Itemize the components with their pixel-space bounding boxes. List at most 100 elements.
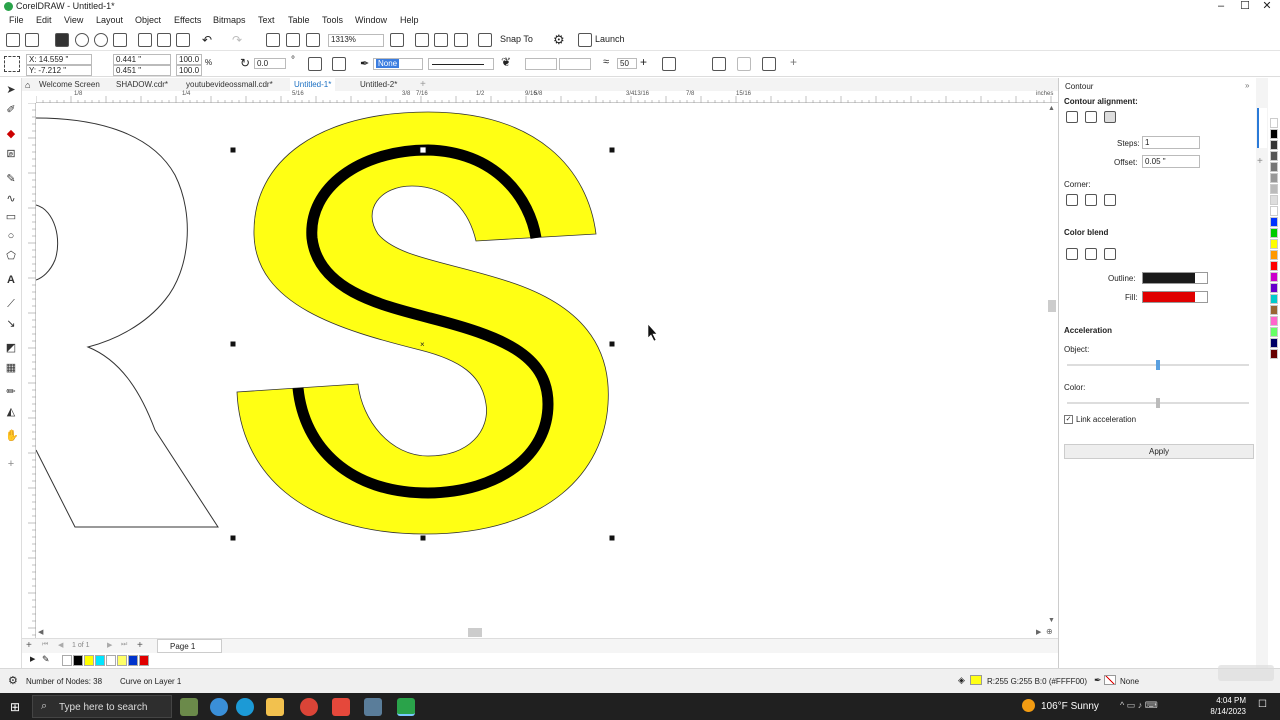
color-swatch[interactable] [1270,118,1278,128]
object-origin-icon[interactable] [4,56,20,72]
taskbar-task-view-icon[interactable] [210,698,228,716]
selection-handle[interactable] [420,535,426,541]
previous-page-icon[interactable]: ◀ [58,641,63,649]
add-property-icon[interactable]: + [790,55,797,69]
color-swatch[interactable] [1270,239,1278,249]
selection-handle[interactable] [609,341,615,347]
menu-view[interactable]: View [64,15,83,25]
new-tab-icon[interactable]: + [420,79,426,90]
width-input[interactable]: 0.441 " [113,54,171,65]
contour-docker-tab[interactable] [1257,108,1267,148]
tab-youtubevideossmall[interactable]: youtubevideossmall.cdr* [182,78,277,91]
palette-swatch[interactable] [128,655,138,666]
color-swatch[interactable] [1270,327,1278,337]
color-swatch[interactable] [1270,184,1278,194]
launch-dropdown[interactable]: Launch [595,34,625,44]
scroll-left-icon[interactable]: ◀ [38,628,43,636]
menu-window[interactable]: Window [355,15,387,25]
palette-swatch[interactable] [84,655,94,666]
taskbar-coreldraw-icon[interactable] [397,698,415,716]
fill-color-indicator[interactable] [970,675,982,685]
corner-bevel-icon[interactable] [1104,194,1116,206]
steps-input[interactable]: 1 [1142,136,1200,149]
color-swatch[interactable] [1270,173,1278,183]
ellipse-tool-icon[interactable]: ○ [5,230,17,242]
menu-effects[interactable]: Effects [174,15,201,25]
rotate-icon[interactable]: ↻ [240,56,250,70]
menu-text[interactable]: Text [258,15,275,25]
outline-color-indicator[interactable] [1104,675,1116,685]
color-swatch[interactable] [1270,250,1278,260]
corner-round-icon[interactable] [1085,194,1097,206]
tab-untitled-2[interactable]: Untitled-2* [356,78,401,91]
export-icon[interactable] [286,33,300,47]
combine-icon[interactable] [737,57,751,71]
new-document-icon[interactable] [6,33,20,47]
height-input[interactable]: 0.451 " [113,65,171,76]
zoom-navigator-icon[interactable]: ⊕ [1046,627,1053,636]
color-swatch[interactable] [1270,228,1278,238]
color-swatch[interactable] [1270,305,1278,315]
color-swatch[interactable] [1270,206,1278,216]
zoom-level-input[interactable]: 1313% [328,34,384,47]
interactive-fill-icon[interactable]: ◭ [5,406,17,418]
fill-none-dropdown[interactable]: None [373,58,423,70]
linear-blend-icon[interactable] [1066,248,1078,260]
shadow-tool-icon[interactable]: ◩ [5,342,17,354]
outline-color-picker[interactable] [1142,272,1208,284]
color-swatch[interactable] [1270,261,1278,271]
freehand-pick-icon[interactable]: ✐ [5,104,17,116]
taskbar-edge-icon[interactable] [236,698,254,716]
selection-handle[interactable] [230,341,236,347]
vertical-ruler[interactable] [22,103,36,638]
page-1-tab[interactable]: Page 1 [157,639,222,653]
cut-icon[interactable] [138,33,152,47]
open-icon[interactable] [25,33,39,47]
dimension-tool-icon[interactable]: ⟋ [5,298,17,310]
taskbar-app-minecraft-icon[interactable] [180,698,198,716]
offset-input[interactable]: 0.05 " [1142,155,1200,168]
color-acceleration-thumb[interactable] [1156,398,1160,408]
scroll-right-icon[interactable]: ▶ [1036,628,1041,636]
rulers-icon[interactable] [434,33,448,47]
add-page-before-icon[interactable]: + [26,640,32,651]
color-swatch[interactable] [1270,294,1278,304]
first-page-icon[interactable]: ⏮ [42,641,48,649]
mirror-vertical-icon[interactable] [332,57,346,71]
color-swatch[interactable] [1270,195,1278,205]
add-tool-icon[interactable]: + [5,458,17,470]
vertical-scrollbar[interactable]: ▲ ▼ [1046,103,1058,628]
polygon-tool-icon[interactable]: ⬠ [5,250,17,262]
import-icon[interactable] [266,33,280,47]
upload-icon[interactable] [75,33,89,47]
scale-width-input[interactable]: 100.0 [176,54,202,65]
y-position-input[interactable]: Y: -7.212 " [26,65,92,76]
palette-eyedropper-icon[interactable]: ✎ [42,654,50,665]
copy-icon[interactable] [157,33,171,47]
palette-arrow-icon[interactable]: ▶ [30,655,35,663]
tab-untitled-1[interactable]: Untitled-1* [290,78,336,91]
windows-start-icon[interactable]: ⊞ [10,700,20,714]
color-swatch[interactable] [1270,151,1278,161]
menu-object[interactable]: Object [135,15,161,25]
break-apart-icon[interactable] [762,57,776,71]
outline-width-dropdown[interactable] [428,58,494,70]
docker-collapse-icon[interactable]: » [1245,81,1249,90]
palette-swatch[interactable] [106,655,116,666]
snap-icon[interactable] [478,33,492,47]
color-swatch[interactable] [1270,272,1278,282]
selection-handle[interactable] [419,146,427,154]
close-button[interactable]: ✕ [1256,0,1278,14]
counterclockwise-blend-icon[interactable] [1104,248,1116,260]
vertical-scroll-thumb[interactable] [1048,300,1056,312]
menu-file[interactable]: File [9,15,24,25]
contour-outside-icon[interactable] [1104,111,1116,123]
horizontal-ruler[interactable]: 1/8 1/4 5/16 3/8 7/16 1/2 9/16 5/8 3/4 1… [36,91,1058,103]
grid-icon[interactable] [454,33,468,47]
options-gear-icon[interactable]: ⚙ [553,32,565,48]
color-swatch[interactable] [1270,283,1278,293]
taskbar-file-explorer-icon[interactable] [266,698,284,716]
horizontal-scroll-thumb[interactable] [468,628,482,637]
menu-layout[interactable]: Layout [96,15,123,25]
selection-handle[interactable] [230,535,236,541]
